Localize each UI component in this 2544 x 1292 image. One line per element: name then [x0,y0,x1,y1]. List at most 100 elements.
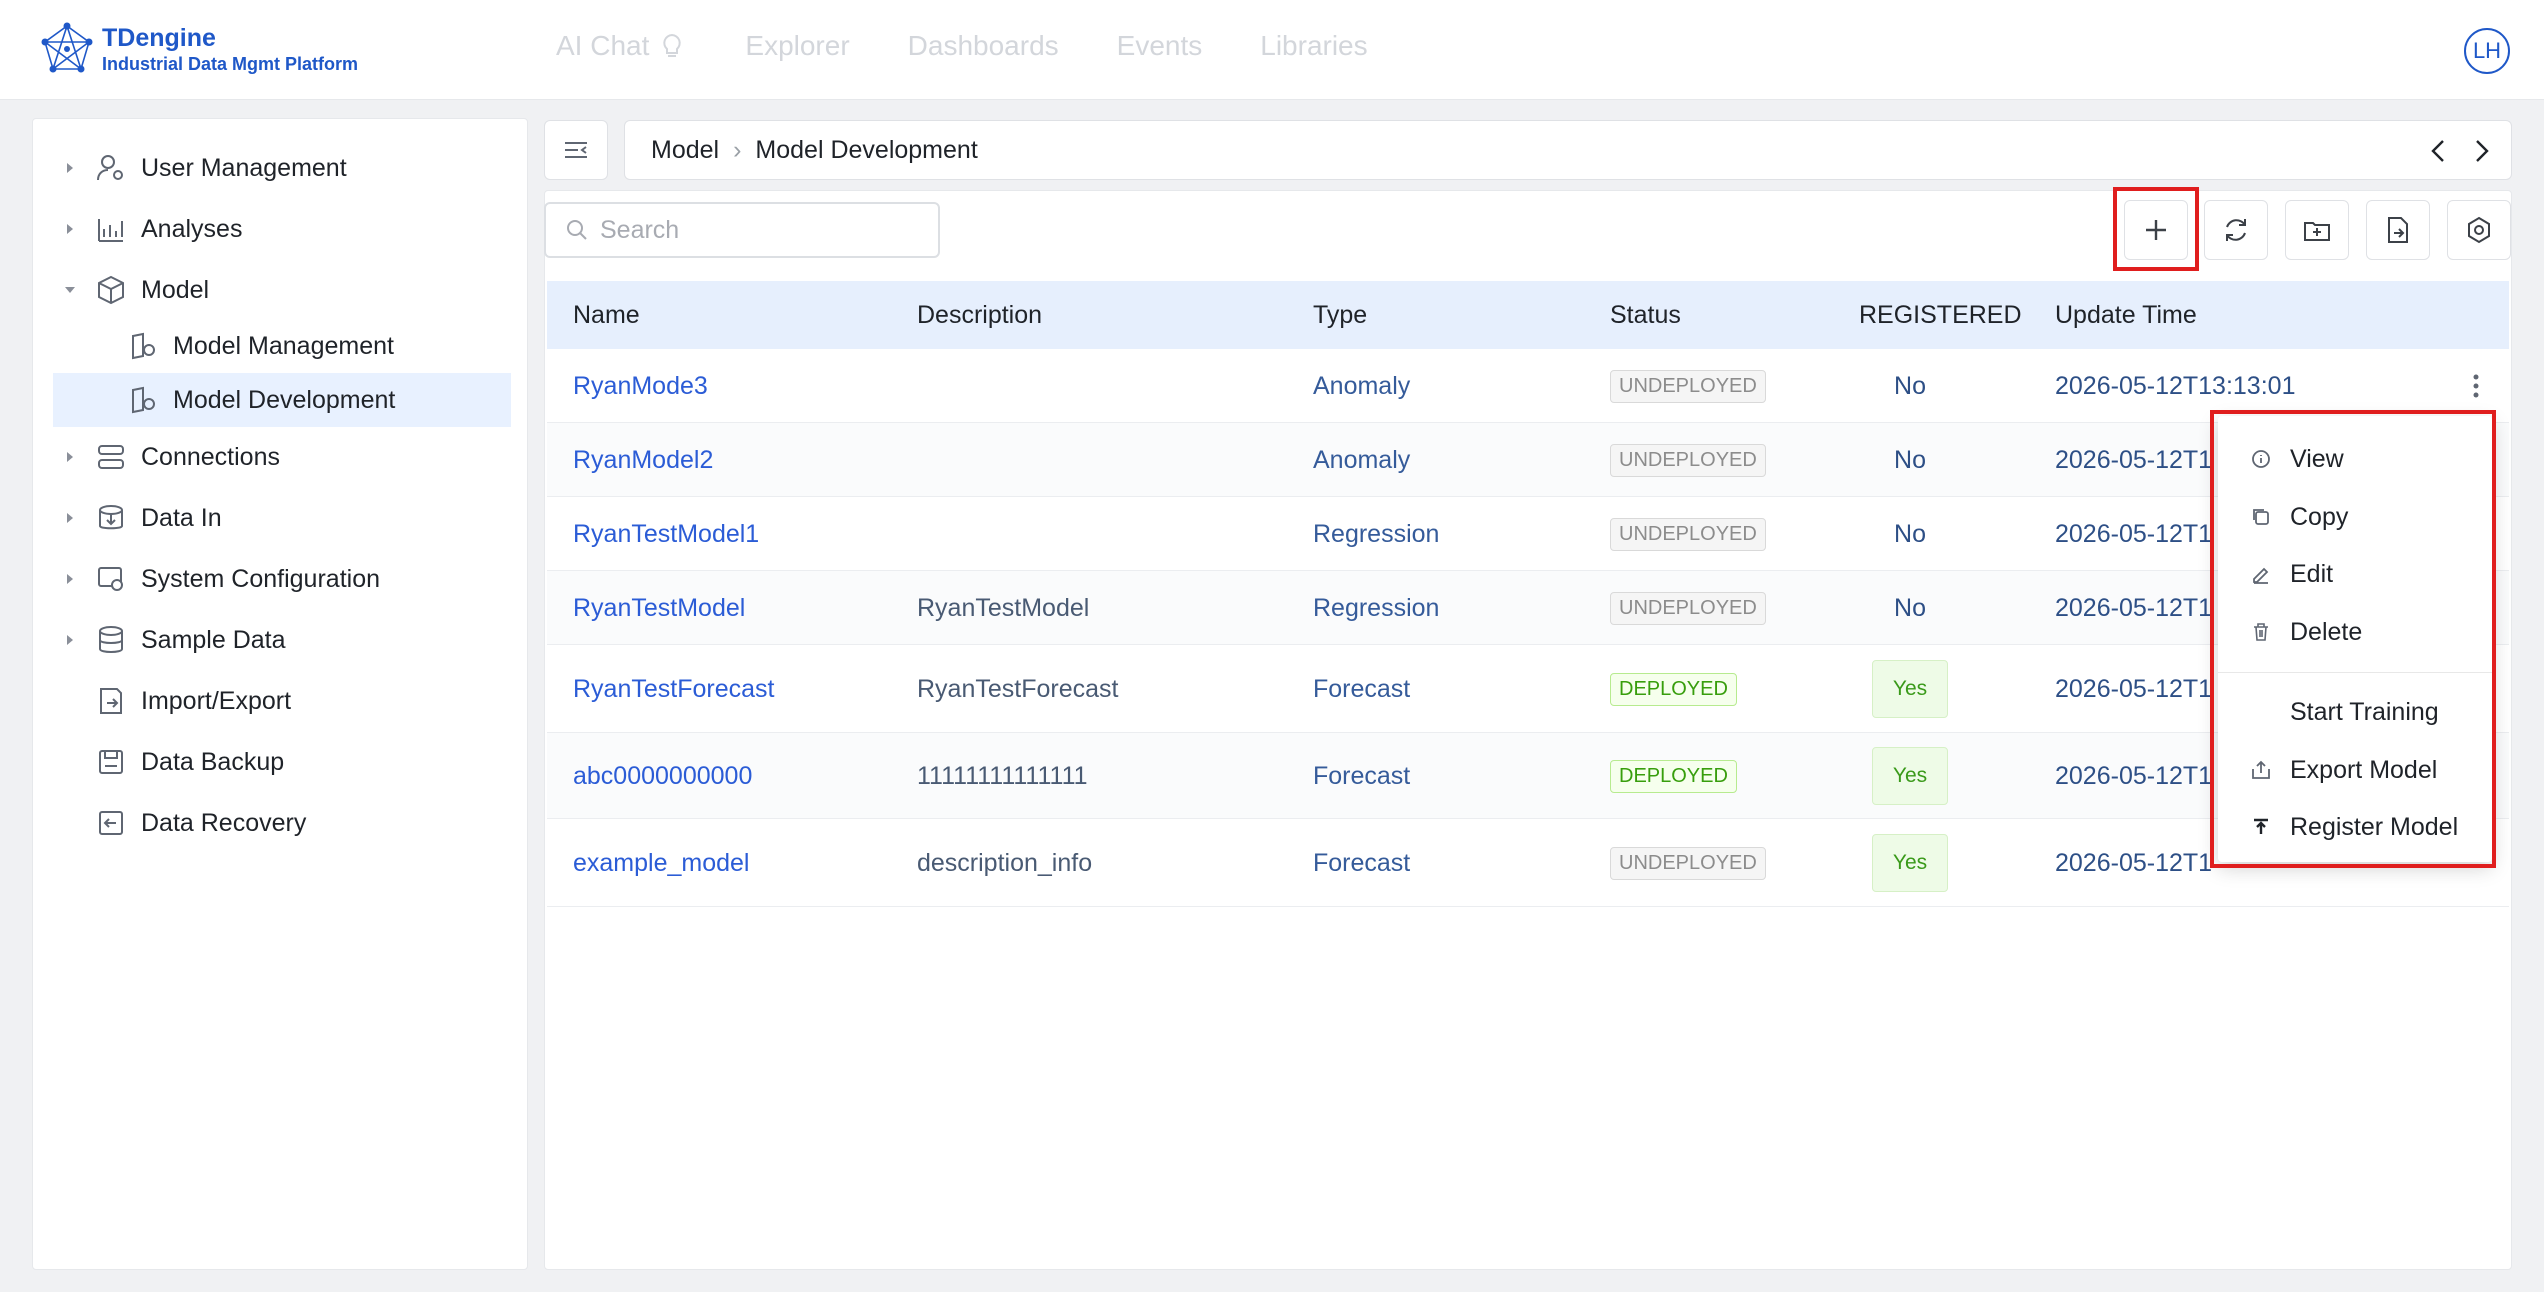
registered-value: No [1894,371,1926,400]
caret-right-icon [67,224,73,234]
registered-value: Yes [1872,834,1948,892]
database-icon [99,626,123,653]
sidebar-item-import-export[interactable]: Import/Export [33,674,529,728]
chart-icon [98,219,123,242]
import-folder-icon [2304,222,2330,241]
model-name-link[interactable]: RyanModel2 [573,446,713,475]
cube-icon [98,275,124,305]
breadcrumb-root[interactable]: Model [651,136,719,165]
user-avatar[interactable]: LH [2464,28,2510,74]
export-button[interactable] [2366,200,2430,260]
model-name-link[interactable]: RyanTestModel [573,594,745,623]
sidebar-item-connections[interactable]: Connections [33,430,529,484]
sidebar-item-data-recovery[interactable]: Data Recovery [33,796,529,850]
data-in-icon [99,505,123,530]
header-description[interactable]: Description [917,301,1042,330]
update-time: 2026-05-12T1 [2055,519,2213,548]
model-description: RyanTestForecast [917,674,1119,703]
highlight-box-menu [2210,410,2496,868]
model-type: Anomaly [1313,445,1411,474]
more-actions-icon[interactable] [2471,372,2481,400]
update-time: 2026-05-12T1 [2055,445,2213,474]
search-input[interactable] [600,215,920,245]
caret-right-icon [67,163,73,173]
export-file-icon [2388,217,2408,243]
settings-icon [2468,216,2490,244]
model-icon [132,332,155,360]
model-type: Forecast [1313,674,1411,703]
lightbulb-icon [663,33,682,57]
nav-libraries[interactable]: Libraries [1260,30,1367,62]
caret-right-icon [67,635,73,645]
model-name-link[interactable]: example_model [573,849,750,878]
tdengine-logo-icon [41,22,93,73]
registered-value: Yes [1872,660,1948,718]
import-button[interactable] [2285,200,2349,260]
app-subtitle: Industrial Data Mgmt Platform [102,54,359,74]
sidebar-item-model-development[interactable]: Model Development [53,373,511,427]
nav-explorer[interactable]: Explorer [745,30,849,62]
app-name: TDengine [102,24,216,52]
update-time: 2026-05-12T1 [2055,761,2213,790]
refresh-icon [2226,219,2246,241]
chevron-right-icon[interactable] [2469,137,2493,165]
sidebar-item-analyses[interactable]: Analyses [33,202,529,256]
model-name-link[interactable]: abc0000000000 [573,762,752,791]
nav-ai-chat[interactable]: AI Chat [556,30,687,62]
sidebar-item-data-backup[interactable]: Data Backup [33,735,529,789]
search-icon [567,220,587,240]
model-name-link[interactable]: RyanTestForecast [573,675,774,704]
collapse-sidebar-button[interactable] [544,120,608,180]
status-badge: UNDEPLOYED [1610,443,1766,477]
header-status[interactable]: Status [1610,301,1681,330]
header-registered[interactable]: REGISTERED [1859,301,2022,330]
update-time: 2026-05-12T13:13:01 [2055,371,2296,400]
caret-down-icon [65,287,75,293]
caret-right-icon [67,574,73,584]
system-config-icon [98,567,123,591]
model-type: Regression [1313,519,1440,548]
status-badge: UNDEPLOYED [1610,591,1766,625]
top-nav: AI Chat Explorer Dashboards Events Libra… [556,30,1426,62]
nav-events[interactable]: Events [1117,30,1203,62]
chevron-left-icon[interactable] [2427,137,2451,165]
model-type: Anomaly [1313,371,1411,400]
nav-dashboards[interactable]: Dashboards [908,30,1059,62]
highlight-box-add [2113,187,2199,271]
header-update-time[interactable]: Update Time [2055,301,2197,330]
menu-collapse-icon [565,142,587,158]
sidebar-item-sample-data[interactable]: Sample Data [33,613,529,667]
logo[interactable]: TDengine Industrial Data Mgmt Platform [40,22,358,76]
model-name-link[interactable]: RyanTestModel1 [573,520,759,549]
caret-right-icon [67,452,73,462]
header-name[interactable]: Name [573,301,640,330]
settings-button[interactable] [2447,200,2511,260]
status-badge: DEPLOYED [1610,759,1737,793]
model-icon [132,386,155,414]
refresh-button[interactable] [2204,200,2268,260]
search-box [544,202,940,258]
header-type[interactable]: Type [1313,301,1367,330]
sidebar-item-user-management[interactable]: User Management [33,141,529,195]
sidebar-item-system-configuration[interactable]: System Configuration [33,552,529,606]
model-type: Forecast [1313,848,1411,877]
sidebar-item-model[interactable]: Model [33,263,529,317]
status-badge: UNDEPLOYED [1610,846,1766,880]
sidebar-item-model-management[interactable]: Model Management [33,319,529,373]
breadcrumb: Model › Model Development [624,120,2512,180]
model-description: RyanTestModel [917,593,1090,622]
table-header: Name Description Type Status REGISTERED … [547,281,2509,349]
model-name-link[interactable]: RyanMode3 [573,372,708,401]
model-description: 11111111111111 [917,761,1088,790]
user-gear-icon [97,155,123,181]
registered-value: No [1894,593,1926,622]
breadcrumb-separator-icon: › [733,135,742,164]
model-type: Forecast [1313,761,1411,790]
sidebar: User Management Analyses Model Model Man… [32,118,528,1270]
status-badge: UNDEPLOYED [1610,517,1766,551]
sidebar-item-data-in[interactable]: Data In [33,491,529,545]
backup-icon [99,750,123,774]
breadcrumb-current: Model Development [755,135,978,164]
update-time: 2026-05-12T1 [2055,674,2213,703]
import-export-icon [100,688,122,714]
